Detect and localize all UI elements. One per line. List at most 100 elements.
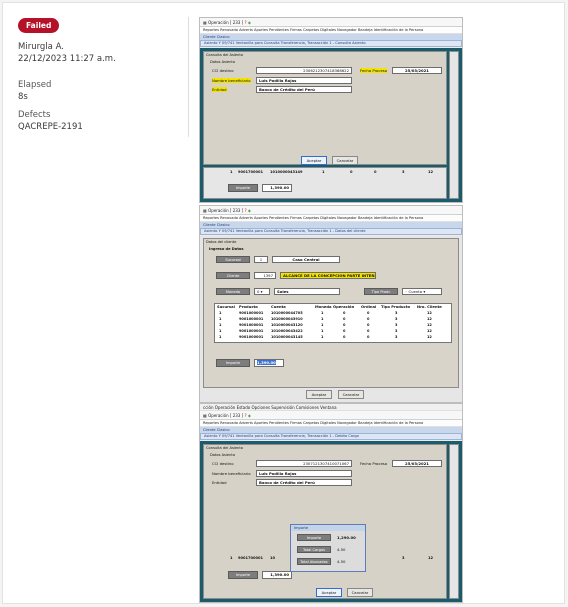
cancel-button[interactable]: Cancelar [332, 156, 358, 165]
table-cell: 1 [219, 335, 222, 339]
beneficiary-field: Luis Padilla Rojas [256, 470, 352, 477]
amount-field: 1,390.00 [262, 184, 292, 192]
client-code-field[interactable]: 1397 [254, 272, 276, 279]
branch-code-field[interactable]: 1 [254, 256, 268, 263]
col-header: Ordinal [361, 305, 377, 309]
right-scroll-panel[interactable] [449, 444, 459, 599]
table-cell: 0 [367, 329, 370, 333]
app-icon: ▦ [203, 20, 207, 25]
table-cell: 1 [219, 323, 222, 327]
beneficiary-field: Luis Padilla Rojas [256, 77, 352, 84]
branch-name-field: Caso Central [272, 256, 340, 263]
currency-select[interactable]: 0 ▾ [254, 288, 270, 295]
table-cell: 12 [427, 335, 432, 339]
date-field: 25/03/2021 [392, 67, 442, 74]
date-field: 25/03/2021 [392, 460, 442, 467]
popup-title: Importe [291, 525, 365, 531]
elapsed-label: Elapsed [18, 80, 52, 90]
divider [188, 17, 189, 137]
subgroup-title: Ingreso de Datos [209, 247, 244, 251]
col-header: Tipo Producto [381, 305, 411, 309]
subgroup-title: Datos Asiento [210, 60, 236, 64]
amount-label: Importe [228, 571, 258, 579]
window-title: Asiento Y 09/741 Ventanilla para Consult… [200, 433, 462, 440]
table-cell: 1010000043120 [271, 323, 303, 327]
table-cell: 12 [427, 317, 432, 321]
evidence-screenshot-2[interactable]: ▦ Operación [ 233 ] ? ◈ Reportes Renovad… [199, 205, 463, 403]
client-panel: Datos del cliente Ingreso de Datos Sucur… [203, 238, 459, 388]
table-cell: 1 [321, 329, 324, 333]
col-header: Sucursal [217, 305, 235, 309]
col-header: Operación [333, 305, 355, 309]
popup-row-value: 4.50 [337, 559, 346, 564]
grid-row: 1 9001700001 1010000043149 1 0 0 3 12 [230, 170, 434, 174]
help-icon: ? [244, 208, 247, 213]
table-cell: 1 [219, 311, 222, 315]
cci-label: CCI destino [212, 461, 234, 466]
group-title: Consulta del Asiento [206, 446, 243, 450]
table-cell: 12 [427, 329, 432, 333]
table-cell: 0 [367, 317, 370, 321]
popup-row-label: Total Abonados [297, 558, 331, 565]
radio-icon: ◦ [405, 289, 408, 294]
table-cell: 12 [427, 323, 432, 327]
refresh-icon: ◈ [247, 20, 251, 25]
client-label: Cliente [216, 272, 250, 279]
amount-field: 1,390.00 [262, 571, 292, 579]
bank-field: Banco de Crédito del Perú [256, 479, 352, 486]
app-toolbar: ▦ Operación [ 233 ] ? ◈ [200, 206, 462, 215]
bank-label: Entidad [212, 480, 227, 485]
date-label: Fecha Proceso [360, 68, 388, 73]
table-cell: 1 [321, 317, 324, 321]
asiento-panel: Consulta del Asiento Datos Asiento CCI d… [203, 51, 447, 165]
defect-link[interactable]: QACREPE-2191 [18, 121, 188, 133]
cancel-button[interactable]: Cancelar [338, 390, 364, 399]
evidence-screenshot-1[interactable]: ▦ Operación [ 233 ] ? ◈ Reportes Renovad… [199, 17, 463, 203]
table-cell: 3 [395, 323, 398, 327]
window-title: Asiento Y 09/741 Ventanilla para Consult… [200, 228, 462, 235]
asiento-panel: Consulta del Asiento Datos Asiento CCI d… [203, 444, 447, 599]
cci-field: 2306212307418368622 [256, 67, 352, 74]
table-cell: 1 [321, 323, 324, 327]
app-main-menu: cción Operación Estado Opciones Supervis… [200, 404, 462, 411]
cancel-button[interactable]: Cancelar [347, 588, 373, 597]
accept-button[interactable]: Aceptar [306, 390, 332, 399]
window-title: Asiento Y 09/741 Ventanilla para Consult… [200, 40, 462, 47]
right-scroll-panel[interactable] [449, 51, 459, 199]
chevron-down-icon: ▾ [423, 289, 426, 294]
beneficiary-label: Nombre beneficiario [212, 78, 251, 83]
currency-name-field: Soles [274, 288, 340, 295]
table-cell: 9001000001 [239, 335, 264, 339]
table-cell: 0 [343, 323, 346, 327]
status-badge: Failed [18, 18, 60, 33]
accept-button[interactable]: Aceptar [316, 588, 342, 597]
amount-label: Importe [228, 184, 258, 192]
amount-label: Importe [216, 359, 250, 367]
evidence-screenshot-3[interactable]: cción Operación Estado Opciones Supervis… [199, 403, 463, 603]
table-cell: 9001000001 [239, 311, 264, 315]
table-cell: 9001000001 [239, 317, 264, 321]
accept-button[interactable]: Aceptar [301, 156, 327, 165]
app-frame: Consulta del Asiento Datos Asiento CCI d… [200, 48, 462, 202]
amount-field[interactable]: 1,390.00 [254, 359, 284, 367]
table-cell: 1 [321, 335, 324, 339]
table-cell: 0 [367, 311, 370, 315]
subgroup-title: Datos Asiento [210, 453, 236, 457]
help-icon: ? [244, 20, 247, 25]
app-icon: ▦ [203, 413, 207, 418]
app-menu: Reportes Renovado Adverts Aportes Pendie… [200, 420, 462, 427]
bank-label: Entidad [212, 87, 227, 92]
type-label: Tipo Prodc [364, 288, 398, 295]
table-cell: 3 [395, 317, 398, 321]
help-icon: ? [244, 413, 247, 418]
table-cell: 3 [395, 311, 398, 315]
col-header: Cuenta [271, 305, 286, 309]
user-name: Mirurgla A. [18, 42, 64, 52]
table-cell: 1 [219, 317, 222, 321]
type-select[interactable]: ◦ Cuenta ▾ [402, 288, 442, 295]
popup-row-label: Total Cargos [297, 546, 331, 553]
run-datetime: 22/12/2023 11:27 a.m. [18, 54, 116, 64]
client-name-field: ALCANCE DE LA CONCEPCION PARTE INTEREA [280, 272, 376, 279]
col-header: Producto [239, 305, 258, 309]
cci-field: 2307121307410071067 [256, 460, 352, 467]
